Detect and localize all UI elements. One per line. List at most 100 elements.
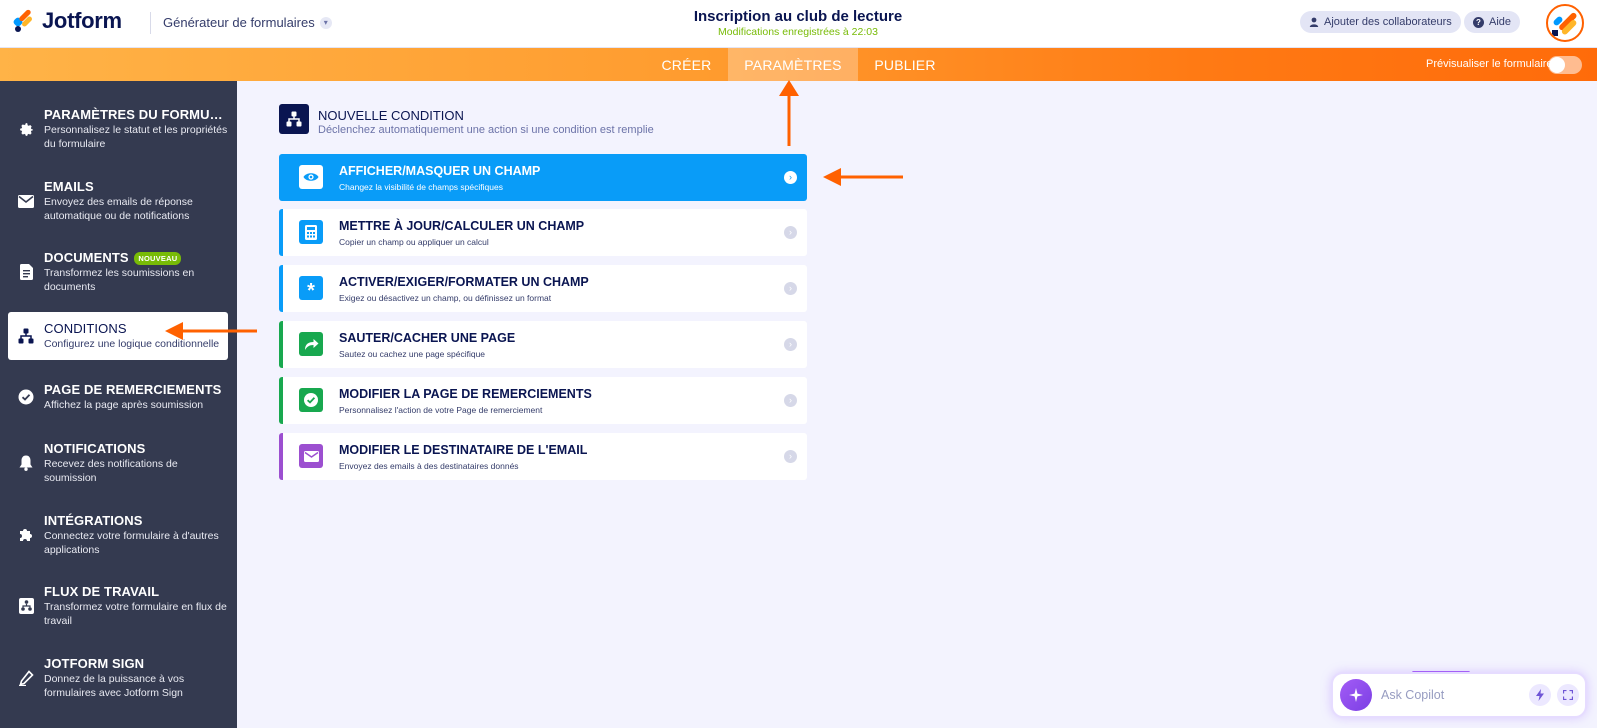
sidebar-item-desc: Transformez les soumissions en documents bbox=[44, 267, 195, 294]
sidebar-item-desc: Transformez votre formulaire en flux de … bbox=[44, 601, 227, 627]
sidebar-item-thank-you-page[interactable]: PAGE DE REMERCIEMENTS Affichez la page a… bbox=[8, 382, 228, 412]
sidebar-item-emails[interactable]: EMAILS Envoyez des emails de réponse aut… bbox=[8, 179, 228, 223]
sidebar-item-desc: Connectez votre formulaire à d'autres ap… bbox=[44, 530, 219, 556]
condition-update-calculate-field[interactable]: METTRE À JOUR/CALCULER UN CHAMP Copier u… bbox=[279, 209, 807, 256]
header-divider bbox=[150, 12, 151, 34]
save-status: Modifications enregistrées à 22:03 bbox=[718, 26, 878, 38]
add-collaborators-label: Ajouter des collaborateurs bbox=[1324, 16, 1452, 28]
sidebar-item-title: DOCUMENTS NOUVEAU bbox=[44, 250, 228, 266]
settings-sidebar: PARAMÈTRES DU FORMULAIRE Personnalisez l… bbox=[0, 81, 237, 728]
condition-title: ACTIVER/EXIGER/FORMATER UN CHAMP bbox=[339, 275, 589, 289]
new-condition-title: NOUVELLE CONDITION bbox=[318, 108, 464, 123]
condition-desc: Exigez ou désactivez un champ, ou défini… bbox=[339, 293, 552, 303]
help-icon: ? bbox=[1473, 16, 1484, 28]
tab-parametres[interactable]: PARAMÈTRES bbox=[728, 48, 858, 81]
annotation-arrow-left-sidebar bbox=[165, 322, 257, 340]
bell-icon bbox=[17, 454, 35, 472]
condition-title: METTRE À JOUR/CALCULER UN CHAMP bbox=[339, 219, 585, 233]
asterisk-icon: * bbox=[299, 276, 323, 301]
sidebar-item-desc: Envoyez des emails de réponse automatiqu… bbox=[44, 196, 193, 222]
sidebar-item-title: INTÉGRATIONS bbox=[44, 513, 143, 528]
condition-title: MODIFIER LA PAGE DE REMERCIEMENTS bbox=[339, 387, 592, 401]
sidebar-item-title: PARAMÈTRES DU FORMULAIRE bbox=[44, 107, 228, 122]
avatar[interactable] bbox=[1546, 4, 1584, 42]
sidebar-item-documents[interactable]: DOCUMENTS NOUVEAU Transformez les soumis… bbox=[8, 250, 228, 294]
copilot-input[interactable]: Ask Copilot bbox=[1331, 672, 1587, 718]
preview-label: Prévisualiser le formulaire bbox=[1426, 58, 1553, 70]
chevron-right-icon: › bbox=[784, 394, 797, 407]
annotation-arrow-up bbox=[779, 80, 799, 146]
sidebar-item-title: NOTIFICATIONS bbox=[44, 441, 146, 456]
avatar-logo-icon bbox=[1552, 12, 1577, 36]
tab-publier[interactable]: PUBLIER bbox=[862, 48, 948, 81]
sidebar-item-title: JOTFORM SIGN bbox=[44, 656, 145, 671]
sparkle-icon bbox=[1340, 679, 1372, 711]
new-badge: NOUVEAU bbox=[134, 252, 182, 266]
user-icon bbox=[1309, 17, 1319, 27]
form-title-block: Inscription au club de lecture Modificat… bbox=[598, 8, 998, 38]
sidebar-item-desc: Recevez des notifications de soumission bbox=[44, 458, 178, 484]
lightning-icon[interactable] bbox=[1529, 684, 1551, 706]
document-icon bbox=[17, 263, 35, 281]
chevron-right-icon: › bbox=[784, 282, 797, 295]
check-circle-icon bbox=[17, 388, 35, 406]
sidebar-item-title: PAGE DE REMERCIEMENTS bbox=[44, 382, 222, 397]
condition-desc: Personnalisez l'action de votre Page de … bbox=[339, 405, 543, 415]
toggle-knob bbox=[1549, 57, 1565, 73]
jotform-logo[interactable]: Jotform bbox=[12, 8, 122, 34]
chevron-right-icon: › bbox=[784, 171, 797, 184]
envelope-icon bbox=[17, 192, 35, 210]
condition-enable-require-format-field[interactable]: * ACTIVER/EXIGER/FORMATER UN CHAMP Exige… bbox=[279, 265, 807, 312]
condition-desc: Envoyez des emails à des destinataires d… bbox=[339, 461, 519, 471]
sidebar-item-desc: Donnez de la puissance à vos formulaires… bbox=[44, 673, 185, 699]
condition-title: SAUTER/CACHER UNE PAGE bbox=[339, 331, 516, 345]
sidebar-item-title: EMAILS bbox=[44, 179, 94, 194]
condition-change-email-recipient[interactable]: MODIFIER LE DESTINATAIRE DE L'EMAIL Envo… bbox=[279, 433, 807, 480]
condition-title: MODIFIER LE DESTINATAIRE DE L'EMAIL bbox=[339, 443, 588, 457]
builder-selector[interactable]: Générateur de formulaires ▾ bbox=[163, 15, 332, 30]
chevron-right-icon: › bbox=[784, 338, 797, 351]
condition-skip-hide-page[interactable]: SAUTER/CACHER UNE PAGE Sautez ou cachez … bbox=[279, 321, 807, 368]
sidebar-item-desc: Personnalisez le statut et les propriété… bbox=[44, 124, 228, 150]
tab-creer[interactable]: CRÉER bbox=[650, 48, 723, 81]
preview-toggle[interactable] bbox=[1548, 56, 1582, 74]
condition-title: AFFICHER/MASQUER UN CHAMP bbox=[339, 164, 541, 178]
logo-text: Jotform bbox=[42, 8, 122, 33]
puzzle-icon bbox=[17, 526, 35, 544]
jotform-logo-icon bbox=[12, 8, 36, 33]
hierarchy-icon bbox=[279, 104, 309, 134]
sidebar-item-title: FLUX DE TRAVAIL bbox=[44, 584, 160, 599]
new-condition-desc: Déclenchez automatiquement une action si… bbox=[318, 124, 654, 136]
workflow-icon bbox=[17, 597, 35, 615]
check-icon bbox=[299, 388, 323, 412]
eye-icon bbox=[299, 165, 323, 189]
sidebar-item-workflow[interactable]: FLUX DE TRAVAIL Transformez votre formul… bbox=[8, 584, 228, 628]
gear-icon bbox=[17, 120, 35, 138]
sidebar-item-integrations[interactable]: INTÉGRATIONS Connectez votre formulaire … bbox=[8, 513, 228, 557]
sidebar-item-form-settings[interactable]: PARAMÈTRES DU FORMULAIRE Personnalisez l… bbox=[8, 107, 228, 151]
condition-desc: Changez la visibilité de champs spécifiq… bbox=[339, 182, 503, 192]
chevron-right-icon: › bbox=[784, 226, 797, 239]
main-navbar: CRÉER PARAMÈTRES PUBLIER Prévisualiser l… bbox=[0, 48, 1597, 81]
mail-icon bbox=[299, 444, 323, 468]
help-button[interactable]: ? Aide bbox=[1464, 11, 1521, 33]
builder-label: Générateur de formulaires bbox=[163, 15, 315, 30]
calculator-icon bbox=[299, 220, 323, 244]
help-label: Aide bbox=[1489, 16, 1512, 28]
add-collaborators-button[interactable]: Ajouter des collaborateurs bbox=[1300, 11, 1461, 33]
chevron-down-icon: ▾ bbox=[319, 16, 332, 29]
top-header: Jotform Générateur de formulaires ▾ Insc… bbox=[0, 0, 1597, 48]
copilot-placeholder: Ask Copilot bbox=[1381, 688, 1445, 702]
condition-desc: Copier un champ ou appliquer un calcul bbox=[339, 237, 489, 247]
annotation-arrow-left-card bbox=[823, 168, 903, 186]
hierarchy-icon bbox=[17, 327, 35, 345]
condition-change-thank-you-page[interactable]: MODIFIER LA PAGE DE REMERCIEMENTS Person… bbox=[279, 377, 807, 424]
condition-show-hide-field[interactable]: AFFICHER/MASQUER UN CHAMP Changez la vis… bbox=[279, 154, 807, 201]
sidebar-item-jotform-sign[interactable]: JOTFORM SIGN Donnez de la puissance à vo… bbox=[8, 656, 228, 700]
expand-icon[interactable] bbox=[1557, 684, 1579, 706]
sidebar-item-notifications[interactable]: NOTIFICATIONS Recevez des notifications … bbox=[8, 441, 228, 485]
form-title[interactable]: Inscription au club de lecture bbox=[598, 8, 998, 25]
sidebar-item-desc: Affichez la page après soumission bbox=[44, 399, 204, 411]
pen-icon bbox=[17, 669, 35, 687]
sidebar-item-title-text: DOCUMENTS bbox=[44, 250, 129, 265]
